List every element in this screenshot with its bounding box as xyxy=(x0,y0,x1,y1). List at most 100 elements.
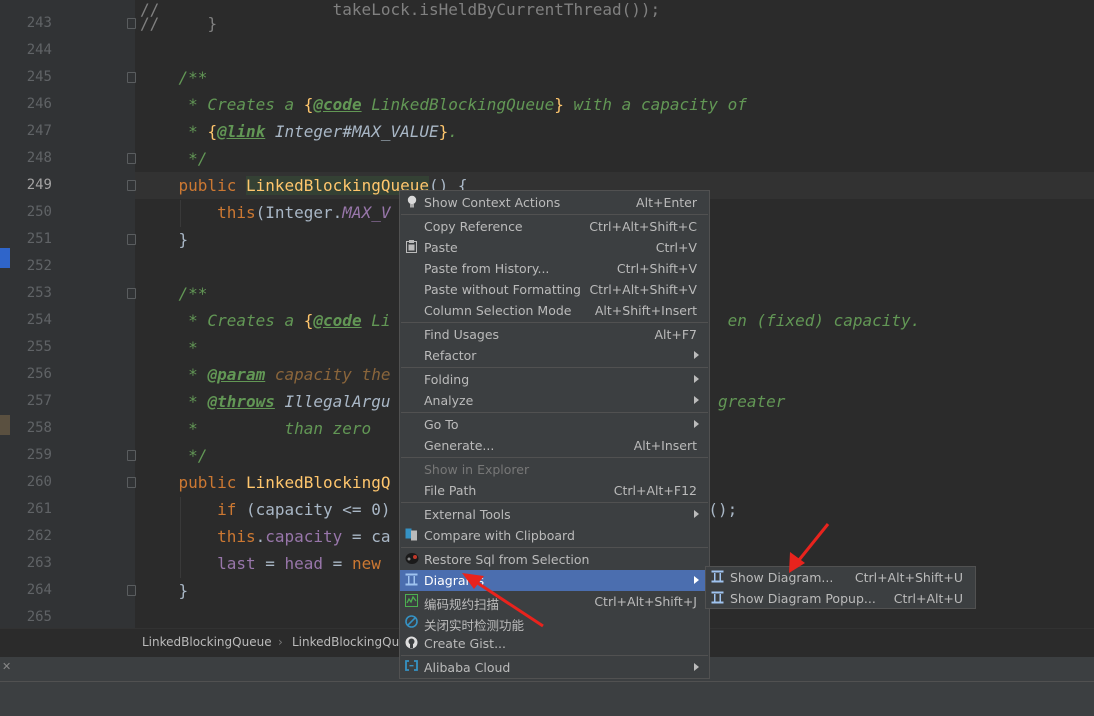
fold-marker[interactable] xyxy=(127,288,136,299)
code-text: } xyxy=(178,230,189,249)
menu-item-show-in-explorer[interactable]: Show in Explorer xyxy=(400,459,709,480)
menu-item-label: Go To xyxy=(424,417,459,432)
submenu-arrow-icon xyxy=(694,576,699,584)
javadoc-text: /** xyxy=(178,284,208,303)
menu-separator xyxy=(401,655,708,656)
menu-item-label: Show in Explorer xyxy=(424,462,530,477)
menu-item-restore-sql[interactable]: Restore Sql from Selection xyxy=(400,549,709,570)
close-icon[interactable]: ✕ xyxy=(2,660,11,673)
code-text: } xyxy=(178,581,189,600)
submenu-arrow-icon xyxy=(694,663,699,671)
menu-item-external-tools[interactable]: External Tools xyxy=(400,504,709,525)
line-number: 247 xyxy=(26,123,52,139)
code-line-264: } xyxy=(140,577,189,604)
code-line-255: * xyxy=(140,334,198,361)
menu-item-copy-reference[interactable]: Copy Reference Ctrl+Alt+Shift+C xyxy=(400,216,709,237)
menu-item-shortcut: Alt+F7 xyxy=(654,327,697,342)
javadoc-tag: @code xyxy=(313,311,362,330)
menu-item-column-selection-mode[interactable]: Column Selection Mode Alt+Shift+Insert xyxy=(400,300,709,321)
menu-item-paste-from-history[interactable]: Paste from History... Ctrl+Shift+V xyxy=(400,258,709,279)
menu-item-label: Paste xyxy=(424,240,458,255)
code-line-242: // takeLock.isHeldByCurrentThread()); xyxy=(140,0,661,19)
menu-item-find-usages[interactable]: Find Usages Alt+F7 xyxy=(400,324,709,345)
line-number: 250 xyxy=(26,204,52,220)
line-number: 257 xyxy=(26,393,52,409)
menu-item-create-gist[interactable]: Create Gist... xyxy=(400,633,709,654)
menu-item-label: Folding xyxy=(424,372,470,387)
code-line-248: */ xyxy=(140,145,207,172)
breadcrumb-item-class[interactable]: LinkedBlockingQueue xyxy=(142,635,272,649)
line-number: 261 xyxy=(26,501,52,517)
fold-marker[interactable] xyxy=(127,180,136,191)
javadoc-text: . xyxy=(448,122,458,141)
code-line-250: this(Integer.MAX_V xyxy=(140,199,390,226)
menu-item-shortcut: Alt+Enter xyxy=(636,195,697,210)
line-number: 243 xyxy=(26,15,52,31)
fold-marker[interactable] xyxy=(127,234,136,245)
menu-item-go-to[interactable]: Go To xyxy=(400,414,709,435)
menu-item-shortcut: Ctrl+Alt+U xyxy=(893,591,963,606)
menu-item-compare-with-clipboard[interactable]: Compare with Clipboard xyxy=(400,525,709,546)
menu-item-label: File Path xyxy=(424,483,477,498)
javadoc-param: capacity the xyxy=(265,365,391,384)
menu-separator xyxy=(401,502,708,503)
menu-item-close-realtime-check[interactable]: 关闭实时检测功能 xyxy=(400,612,709,633)
menu-item-show-diagram[interactable]: Show Diagram... Ctrl+Alt+Shift+U xyxy=(706,567,975,588)
javadoc-text: with a capacity of xyxy=(563,95,747,114)
menu-item-diagrams[interactable]: Diagrams xyxy=(400,570,709,591)
menu-item-code-scan[interactable]: 编码规约扫描 Ctrl+Alt+Shift+J xyxy=(400,591,709,612)
code-line-256: * @param capacity the xyxy=(140,361,390,388)
menu-item-generate[interactable]: Generate... Alt+Insert xyxy=(400,435,709,456)
fold-marker[interactable] xyxy=(127,18,136,29)
line-number: 246 xyxy=(26,96,52,112)
menu-item-file-path[interactable]: File Path Ctrl+Alt+F12 xyxy=(400,480,709,501)
keyword: public xyxy=(178,473,246,492)
menu-item-show-diagram-popup[interactable]: Show Diagram Popup... Ctrl+Alt+U xyxy=(706,588,975,609)
keyword: if xyxy=(217,500,237,519)
fold-marker[interactable] xyxy=(127,585,136,596)
block-icon xyxy=(405,615,418,629)
constructor-name: LinkedBlockingQ xyxy=(245,473,391,492)
menu-item-label: Alibaba Cloud xyxy=(424,660,511,675)
menu-item-label: Paste from History... xyxy=(424,261,550,276)
code-text: = xyxy=(255,554,285,573)
editor-context-menu: Show Context Actions Alt+Enter Copy Refe… xyxy=(399,190,710,679)
menu-item-analyze[interactable]: Analyze xyxy=(400,390,709,411)
menu-item-label: Refactor xyxy=(424,348,477,363)
line-number: 260 xyxy=(26,474,52,490)
menu-item-label: Restore Sql from Selection xyxy=(424,552,590,567)
menu-item-shortcut: Ctrl+Alt+Shift+J xyxy=(594,594,697,609)
code-line-243: // } xyxy=(140,10,217,37)
code-line-258: * than zero xyxy=(140,415,371,442)
bookmark-marker xyxy=(0,248,10,268)
menu-item-paste-without-formatting[interactable]: Paste without Formatting Ctrl+Alt+Shift+… xyxy=(400,279,709,300)
fold-marker[interactable] xyxy=(127,153,136,164)
menu-item-show-context-actions[interactable]: Show Context Actions Alt+Enter xyxy=(400,192,709,213)
menu-separator xyxy=(401,412,708,413)
code-line-246: * Creates a {@code LinkedBlockingQueue} … xyxy=(140,91,747,118)
fold-marker[interactable] xyxy=(127,450,136,461)
submenu-arrow-icon xyxy=(694,375,699,383)
menu-item-label: Show Diagram... xyxy=(730,570,834,585)
javadoc-text: */ xyxy=(178,446,208,465)
menu-item-label: 编码规约扫描 xyxy=(424,597,500,612)
menu-item-paste[interactable]: Paste Ctrl+V xyxy=(400,237,709,258)
breadcrumb-item-constructor[interactable]: LinkedBlockingQue xyxy=(292,635,407,649)
javadoc-text: Li xyxy=(361,311,391,330)
code-line-260: public LinkedBlockingQ xyxy=(140,469,391,496)
menu-item-refactor[interactable]: Refactor xyxy=(400,345,709,366)
fold-marker[interactable] xyxy=(127,477,136,488)
code-text: (capacity <= 0) xyxy=(236,500,391,519)
javadoc-text: * Creates a xyxy=(178,311,304,330)
sql-icon xyxy=(405,552,419,566)
menu-separator xyxy=(401,367,708,368)
menu-item-label: Analyze xyxy=(424,393,474,408)
code-line-253: /** xyxy=(140,280,208,307)
menu-item-folding[interactable]: Folding xyxy=(400,369,709,390)
submenu-arrow-icon xyxy=(694,351,699,359)
fold-marker[interactable] xyxy=(127,72,136,83)
menu-item-alibaba-cloud[interactable]: Alibaba Cloud xyxy=(400,657,709,678)
keyword: public xyxy=(178,176,246,195)
field: head xyxy=(284,554,324,573)
menu-item-label: Generate... xyxy=(424,438,495,453)
